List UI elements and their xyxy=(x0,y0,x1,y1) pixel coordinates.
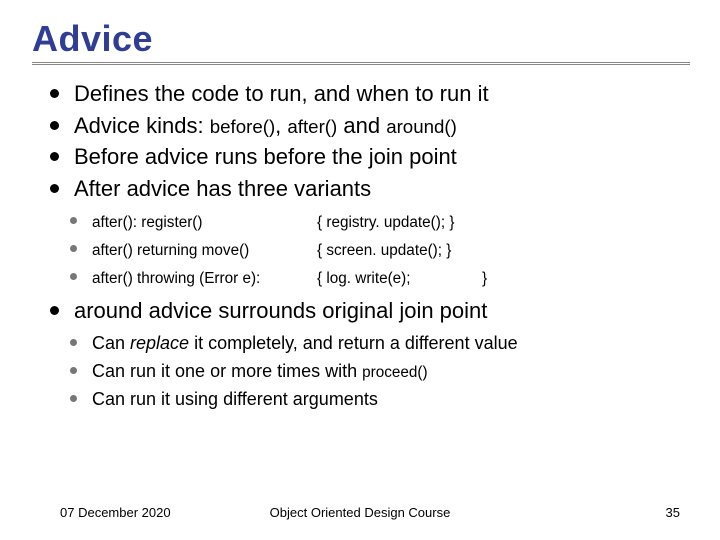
code-brace: } xyxy=(482,268,487,290)
bullet-item: Advice kinds: before(), after() and arou… xyxy=(50,111,682,141)
footer-date: 07 December 2020 xyxy=(60,505,171,520)
slide: Advice Defines the code to run, and when… xyxy=(0,0,720,540)
sub-list-around: Can replace it completely, and return a … xyxy=(30,330,690,412)
code-left: after() returning move() xyxy=(92,240,312,262)
text: Can run it one or more times with xyxy=(92,361,362,381)
sub-item: after() throwing (Error e): { log. write… xyxy=(70,264,690,290)
code-right: { screen. update(); } xyxy=(317,240,477,262)
keyword-after: after() xyxy=(287,116,337,137)
sub-item: after(): register() { registry. update()… xyxy=(70,208,690,234)
text: Can xyxy=(92,333,130,353)
sub-item: Can run it using different arguments xyxy=(70,386,690,412)
bullet-item: Defines the code to run, and when to run… xyxy=(50,79,682,109)
sub-item: Can run it one or more times with procee… xyxy=(70,358,690,384)
keyword-around: around xyxy=(74,298,143,323)
keyword-around: around() xyxy=(386,116,457,137)
sub-item: after() returning move() { screen. updat… xyxy=(70,236,690,262)
code-right: { log. write(e); xyxy=(317,268,477,290)
code-right: { registry. update(); } xyxy=(317,212,477,234)
text: , xyxy=(275,113,287,138)
bullet-list-2: around advice surrounds original join po… xyxy=(30,296,690,326)
emphasis: replace xyxy=(130,333,189,353)
bullet-item: Before advice runs before the join point xyxy=(50,142,682,172)
code-left: after(): register() xyxy=(92,212,312,234)
bullet-item: After advice has three variants xyxy=(50,174,682,204)
footer-page-number: 35 xyxy=(666,505,680,520)
bullet-list: Defines the code to run, and when to run… xyxy=(30,79,690,204)
keyword-before: before() xyxy=(210,116,275,137)
footer: 07 December 2020 Object Oriented Design … xyxy=(0,505,720,520)
text: and xyxy=(337,113,386,138)
code-left: after() throwing (Error e): xyxy=(92,268,312,290)
footer-course: Object Oriented Design Course xyxy=(270,505,451,520)
text: advice surrounds original join point xyxy=(143,298,488,323)
sub-list-variants: after(): register() { registry. update()… xyxy=(30,208,690,291)
keyword-proceed: proceed() xyxy=(362,364,427,381)
text: Advice kinds: xyxy=(74,113,210,138)
slide-title: Advice xyxy=(32,18,690,65)
sub-item: Can replace it completely, and return a … xyxy=(70,330,690,356)
text: it completely, and return a different va… xyxy=(189,333,518,353)
bullet-item: around advice surrounds original join po… xyxy=(50,296,682,326)
